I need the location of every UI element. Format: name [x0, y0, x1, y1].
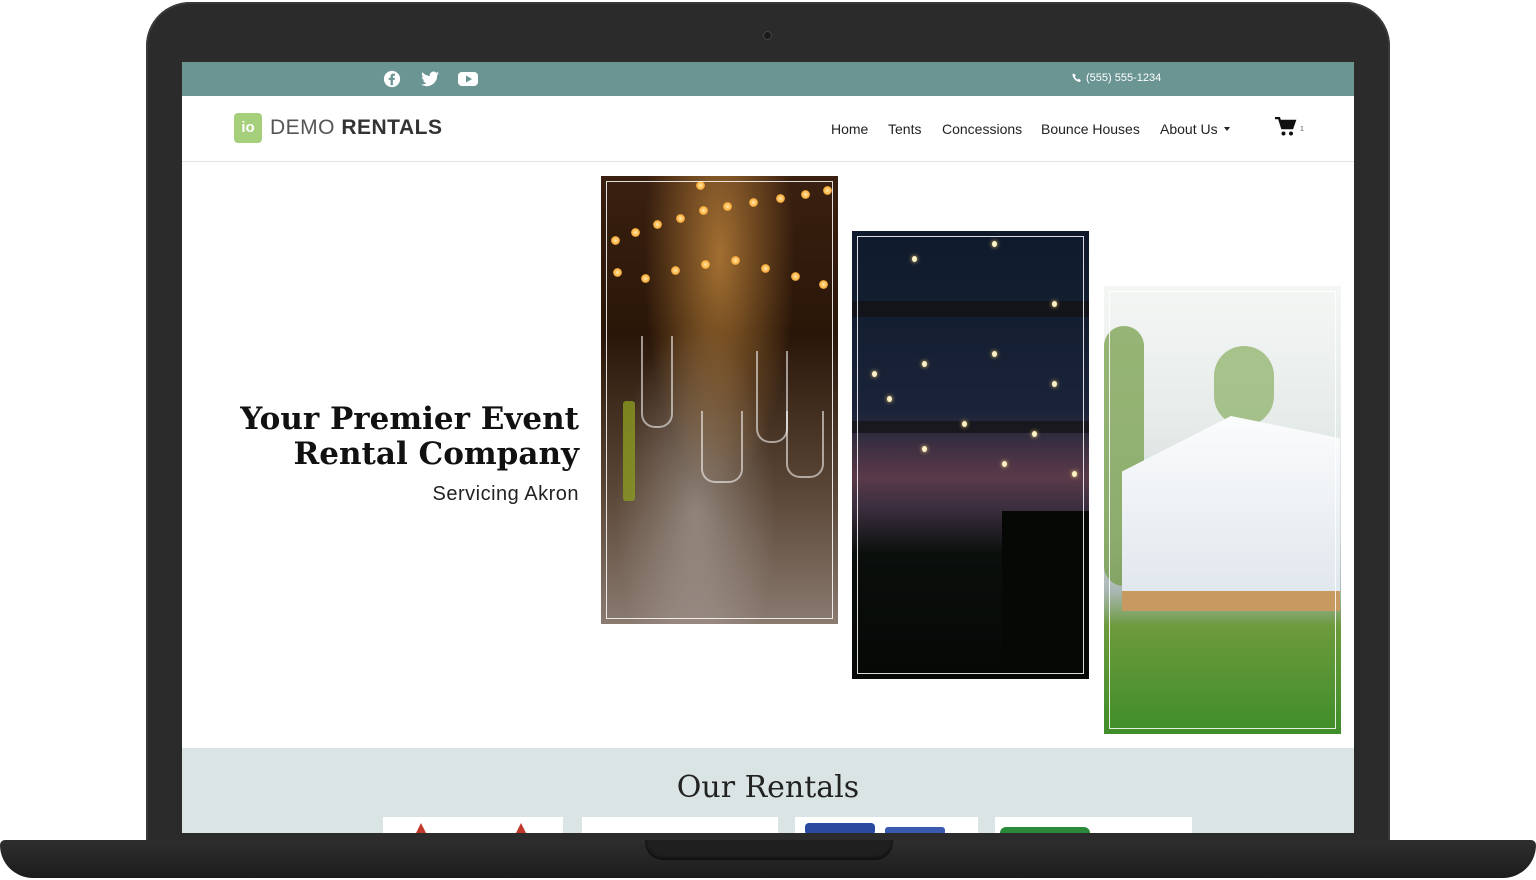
- rental-card[interactable]: [995, 817, 1192, 833]
- hero-photo-tent: [1104, 286, 1341, 734]
- main-nav: io DEMO RENTALS Home Tents Concessions B…: [182, 96, 1354, 162]
- logo-text[interactable]: DEMO RENTALS: [270, 116, 442, 140]
- hero-photo-glasses: [601, 176, 838, 624]
- nav-item-bounce-houses[interactable]: Bounce Houses: [1041, 121, 1140, 137]
- hero-title-line-2: Rental Company: [293, 436, 579, 472]
- hero-photo-string-lights: [852, 231, 1089, 679]
- rental-card[interactable]: [582, 817, 778, 833]
- phone-number: (555) 555-1234: [1086, 72, 1162, 84]
- nav-item-home[interactable]: Home: [831, 121, 868, 137]
- top-bar: (555) 555-1234: [182, 62, 1354, 96]
- hero-subtitle: Servicing Akron: [432, 483, 579, 505]
- youtube-icon[interactable]: [457, 70, 479, 88]
- rental-card[interactable]: [383, 817, 563, 833]
- logo-mark[interactable]: io: [234, 113, 262, 143]
- webcam: [764, 32, 771, 39]
- phone-icon: [1072, 73, 1081, 82]
- cart-count-badge: 1: [1300, 126, 1304, 133]
- rental-card[interactable]: [795, 817, 978, 833]
- laptop-notch: [645, 840, 893, 860]
- hero-title: Your Premier Event Rental Company: [219, 402, 579, 472]
- nav-item-about-us[interactable]: About Us: [1160, 121, 1218, 137]
- hero-title-line-1: Your Premier Event: [240, 401, 579, 437]
- nav-item-concessions[interactable]: Concessions: [942, 121, 1022, 137]
- chevron-down-icon[interactable]: [1224, 127, 1230, 131]
- phone-link[interactable]: (555) 555-1234: [1072, 72, 1161, 84]
- laptop-screen: (555) 555-1234 io DEMO RENTALS Home Tent…: [182, 62, 1354, 833]
- logo-word-demo: DEMO: [270, 116, 335, 139]
- cart-icon[interactable]: [1275, 117, 1297, 137]
- facebook-icon[interactable]: [382, 70, 402, 88]
- twitter-icon[interactable]: [420, 70, 440, 88]
- logo-word-rentals: RENTALS: [341, 116, 443, 139]
- nav-item-tents[interactable]: Tents: [888, 121, 921, 137]
- rentals-title: Our Rentals: [676, 770, 860, 805]
